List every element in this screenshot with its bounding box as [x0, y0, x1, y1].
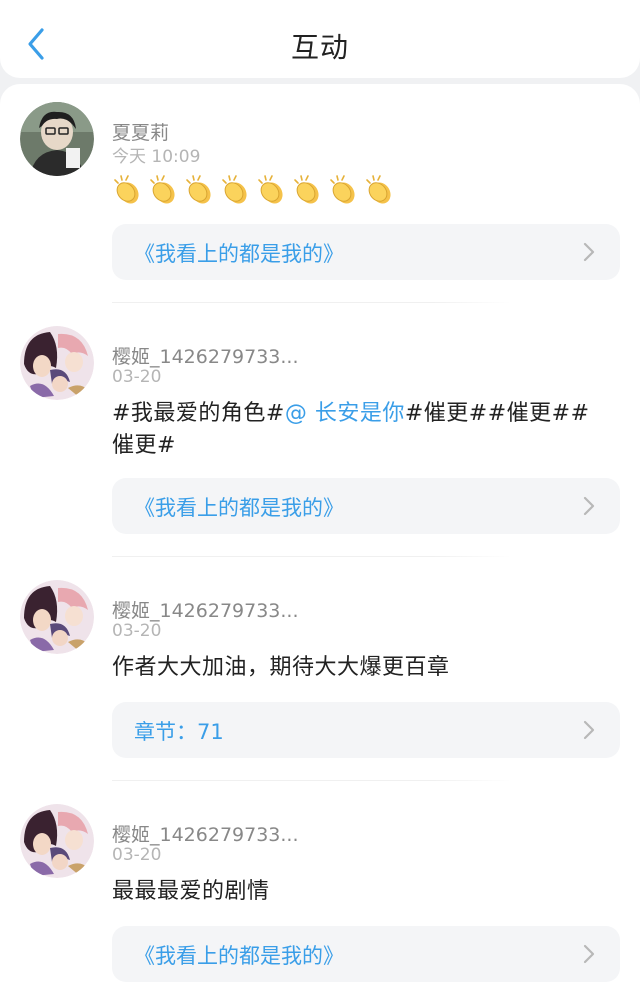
avatar[interactable] [20, 804, 94, 878]
chevron-right-icon [583, 720, 595, 740]
chevron-right-icon [583, 944, 595, 964]
avatar[interactable] [20, 580, 94, 654]
comment-text-part: #催更##催更## [404, 401, 590, 426]
chapter-link-card[interactable]: 章节：71 [112, 702, 620, 758]
mention-link[interactable]: @ 长安是你 [285, 401, 405, 426]
clapping-hands-icon [364, 175, 396, 206]
avatar[interactable] [20, 326, 94, 400]
clapping-hands-icon [148, 175, 180, 206]
divider [112, 302, 512, 303]
page-title: 互动 [290, 31, 349, 64]
book-link-title: 《我看上的都是我的》 [134, 496, 344, 520]
top-navigation-bar: 互动 [0, 0, 640, 78]
timestamp: 03-20 [112, 367, 162, 387]
clapping-hands-icon [256, 175, 288, 206]
interaction-list: 夏夏莉 今天 10:09 《我看上的都是我的》 樱姬_1426279733...… [0, 84, 640, 987]
username[interactable]: 樱姬_1426279733... [112, 820, 299, 847]
username[interactable]: 夏夏莉 [112, 118, 169, 145]
username[interactable]: 樱姬_1426279733... [112, 342, 299, 369]
timestamp: 03-20 [112, 845, 162, 865]
timestamp: 今天 10:09 [112, 147, 201, 167]
clapping-hands-icon [184, 175, 216, 206]
comment-text: 作者大大加油，期待大大爆更百章 [112, 655, 450, 680]
comment-text: #我最爱的角色#@ 长安是你#催更##催更## 催更# [112, 398, 624, 462]
comment-text: 最最最爱的剧情 [112, 879, 270, 904]
clapping-hands-icon [220, 175, 252, 206]
clapping-hands-icon [112, 175, 144, 206]
comment-text-part: 催更# [112, 433, 176, 458]
book-link-card[interactable]: 《我看上的都是我的》 [112, 478, 620, 534]
clapping-hands-icon [328, 175, 360, 206]
book-link-card[interactable]: 《我看上的都是我的》 [112, 926, 620, 982]
avatar[interactable] [20, 102, 94, 176]
chevron-right-icon [583, 496, 595, 516]
timestamp: 03-20 [112, 621, 162, 641]
book-link-title: 《我看上的都是我的》 [134, 242, 344, 266]
topic-tag[interactable]: #我最爱的角色# [112, 401, 285, 426]
chapter-link-title: 章节：71 [134, 720, 224, 744]
clapping-hands-icon [292, 175, 324, 206]
username[interactable]: 樱姬_1426279733... [112, 596, 299, 623]
book-link-title: 《我看上的都是我的》 [134, 944, 344, 968]
comment-emoji-row [112, 174, 396, 206]
chevron-right-icon [583, 242, 595, 262]
divider [112, 556, 512, 557]
divider [112, 780, 512, 781]
book-link-card[interactable]: 《我看上的都是我的》 [112, 224, 620, 280]
